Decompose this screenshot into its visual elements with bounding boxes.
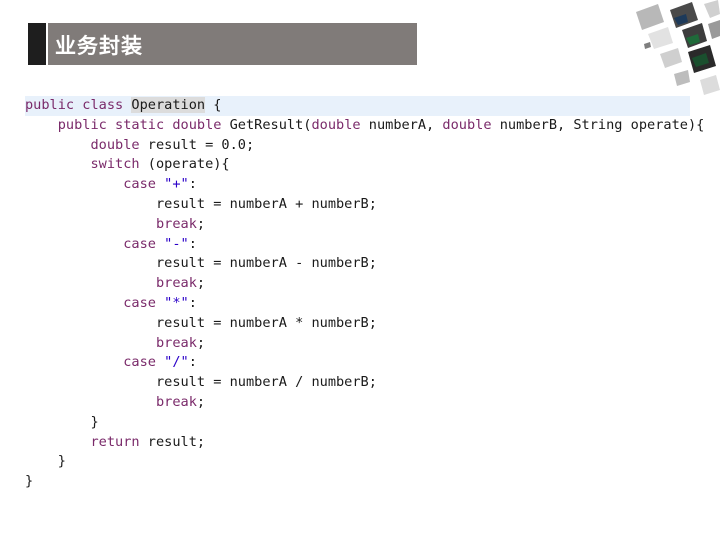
code-line: double result = 0.0;: [25, 136, 690, 156]
code-token: case: [123, 294, 156, 311]
code-token: break: [155, 393, 197, 410]
code-line: }: [25, 452, 690, 472]
code-token: "*": [164, 294, 189, 311]
slide-title: 业务封装: [55, 34, 143, 58]
code-token: ;: [196, 275, 206, 292]
code-token: case: [123, 176, 156, 193]
code-line: break;: [25, 215, 690, 235]
code-line: case "/":: [25, 353, 690, 373]
code-token: :: [188, 294, 197, 311]
code-token: switch: [90, 156, 140, 173]
code-token: double: [311, 116, 361, 133]
code-token: :: [188, 176, 197, 193]
code-token: numberB, String operate){: [491, 116, 705, 133]
code-token: result;: [139, 433, 206, 450]
code-token: double: [90, 136, 140, 153]
code-token: ;: [196, 215, 206, 232]
code-token: :: [188, 235, 197, 252]
code-token: return: [90, 433, 140, 450]
code-line: break;: [25, 393, 690, 413]
title-accent-block: [28, 23, 46, 65]
code-line: }: [25, 413, 690, 433]
decorative-tiles: [630, 0, 720, 105]
code-line: result = numberA + numberB;: [25, 195, 690, 215]
code-token: break: [155, 275, 197, 292]
code-token: break: [155, 215, 197, 232]
code-token: result = numberA - numberB;: [25, 255, 377, 272]
code-token: }: [25, 453, 66, 470]
code-token: "-": [164, 235, 189, 252]
code-token: Operation: [131, 97, 206, 113]
code-token: }: [25, 413, 99, 430]
code-token: GetResult(: [221, 116, 312, 133]
code-line: case "-":: [25, 235, 690, 255]
code-line: case "+":: [25, 175, 690, 195]
code-token: }: [25, 473, 34, 490]
tile-pattern-graphic: [636, 0, 720, 95]
code-token: "/": [164, 354, 189, 371]
code-token: case: [123, 354, 156, 371]
code-token: result = numberA * numberB;: [25, 314, 377, 331]
code-line: return result;: [25, 433, 690, 453]
code-token: public class: [25, 97, 132, 113]
slide-title-banner: 业务封装: [28, 23, 417, 65]
code-token: :: [188, 354, 197, 371]
code-line: case "*":: [25, 294, 690, 314]
code-token: ;: [196, 334, 206, 351]
code-line: break;: [25, 274, 690, 294]
code-line: }: [25, 472, 690, 492]
code-block: public class Operation { public static d…: [25, 96, 705, 492]
code-token: {: [205, 97, 222, 113]
code-token: result = 0.0;: [139, 136, 255, 153]
code-token: "+": [164, 176, 189, 193]
code-token: (operate){: [139, 156, 230, 173]
code-line: result = numberA * numberB;: [25, 314, 690, 334]
code-token: case: [123, 235, 156, 252]
code-line: public class Operation {: [25, 96, 690, 116]
code-token: result = numberA / numberB;: [25, 374, 377, 391]
code-token: public static double: [57, 116, 222, 133]
code-token: break: [155, 334, 197, 351]
code-token: result = numberA + numberB;: [25, 195, 377, 212]
code-token: ;: [196, 393, 206, 410]
code-line: result = numberA / numberB;: [25, 373, 690, 393]
code-line: result = numberA - numberB;: [25, 254, 690, 274]
code-token: numberA,: [360, 116, 443, 133]
code-line: switch (operate){: [25, 155, 690, 175]
code-line: break;: [25, 334, 690, 354]
code-token: double: [442, 116, 492, 133]
code-line: public static double GetResult(double nu…: [25, 116, 705, 136]
